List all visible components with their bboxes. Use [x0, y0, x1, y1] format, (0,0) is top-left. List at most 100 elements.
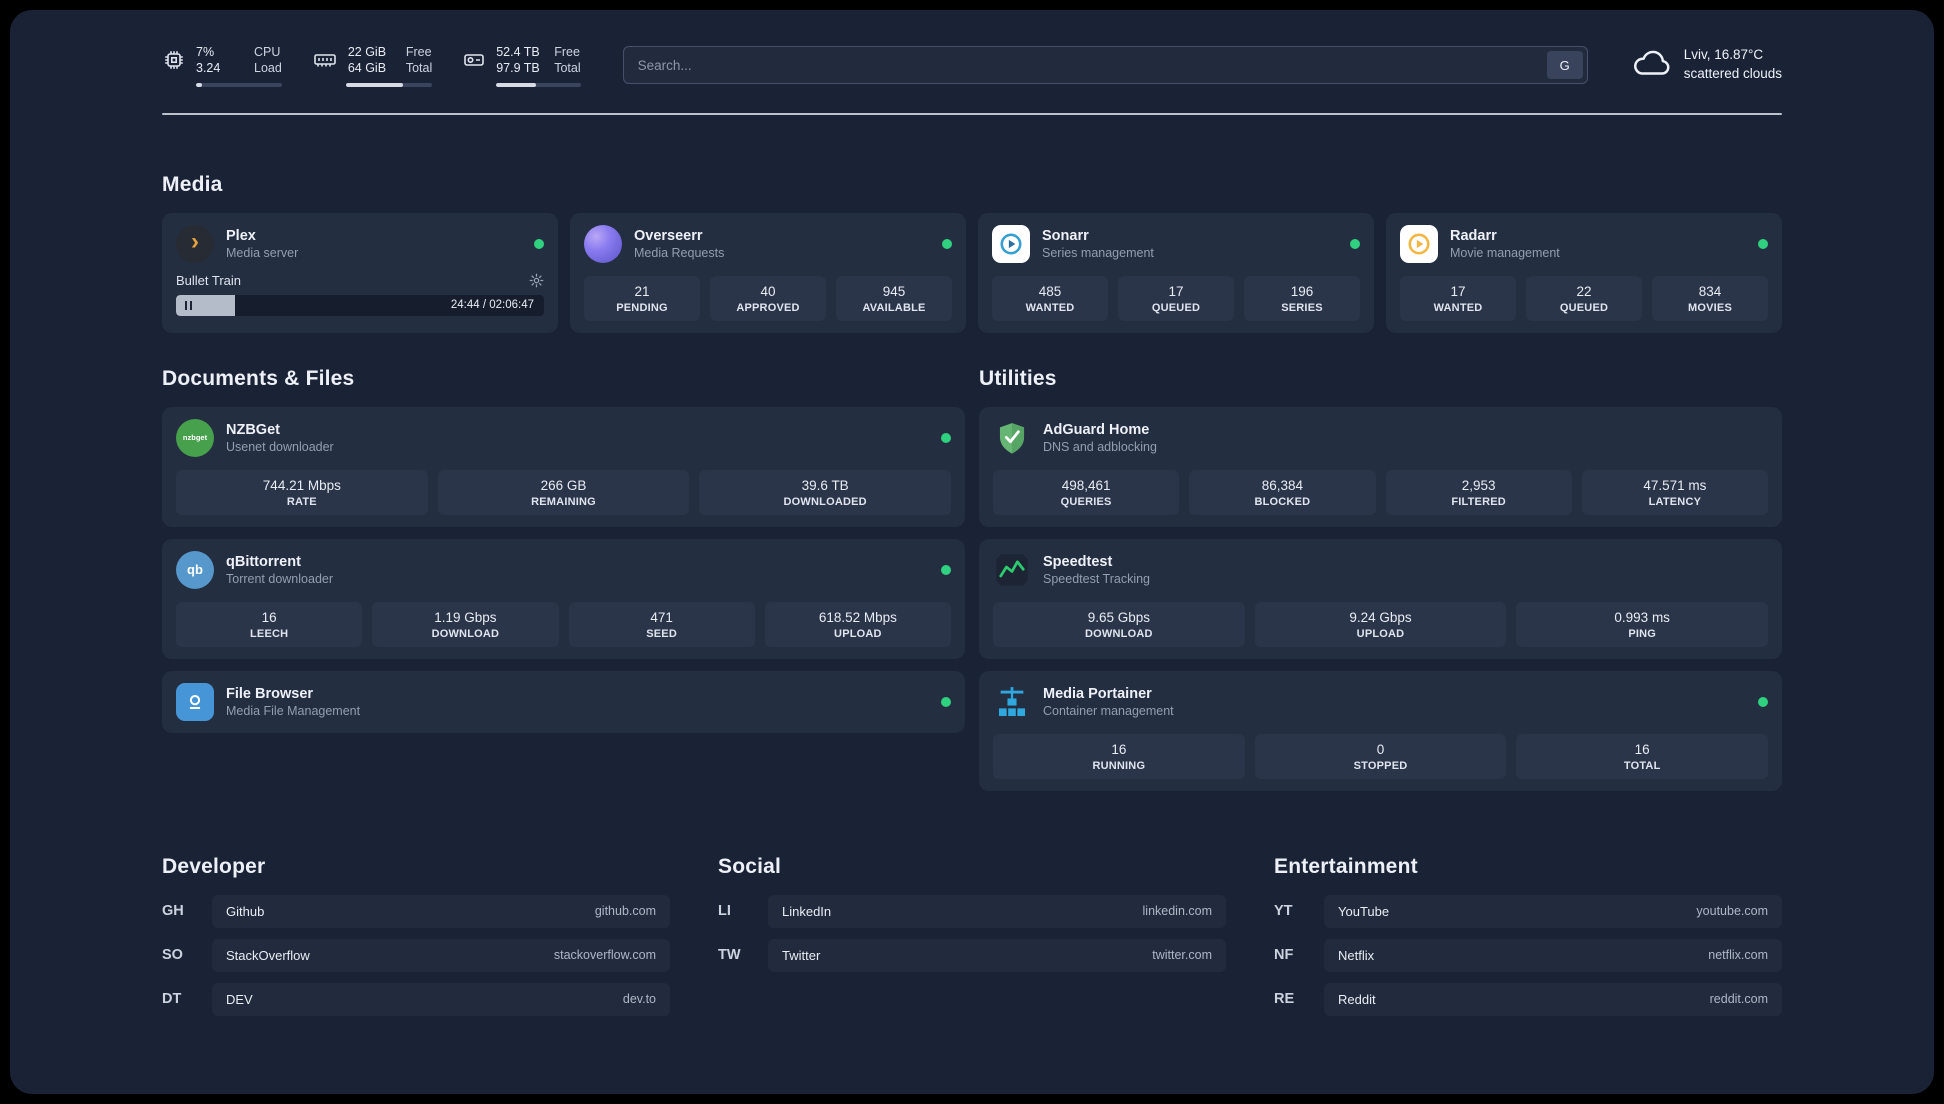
resource-widgets: 7% 3.24 CPU Load 22 GiB 64 GiB Free Tota… — [162, 44, 581, 87]
search-input[interactable] — [622, 46, 1588, 85]
bookmark-link-twitter[interactable]: Twitter twitter.com — [768, 938, 1226, 972]
plex-icon — [176, 224, 214, 263]
stat-value: 16 — [261, 609, 277, 625]
cpu-load-value: 3.24 — [196, 61, 221, 76]
bookmark-abbr: GH — [162, 903, 184, 919]
bookmark-name: YouTube — [1338, 903, 1390, 919]
sonarr-icon — [992, 224, 1030, 263]
stat-value: 9.65 Gbps — [1087, 609, 1150, 625]
bookmark-link-netflix[interactable]: Netflix netflix.com — [1324, 938, 1782, 972]
search-engine-button[interactable]: G — [1546, 51, 1583, 80]
pause-icon[interactable] — [185, 300, 192, 310]
stat-value: 21 — [634, 283, 650, 299]
stat-upload: 618.52 Mbps UPLOAD — [764, 601, 951, 647]
stat-label: RUNNING — [1092, 759, 1146, 772]
stat-value: 618.52 Mbps — [818, 609, 897, 625]
weather-widget[interactable]: Lviv, 16.87°C scattered clouds — [1630, 46, 1782, 84]
app-card-filebrowser[interactable]: File Browser Media File Management — [162, 670, 965, 733]
stat-series: 196 SERIES — [1244, 275, 1360, 321]
stat-value: 266 GB — [540, 477, 587, 493]
portainer-icon — [993, 683, 1031, 721]
playback-time: 24:44 / 02:06:47 — [450, 299, 534, 311]
stat-label: PING — [1628, 627, 1657, 640]
cpu-label-top: CPU — [254, 45, 281, 59]
stat-label: PENDING — [616, 301, 668, 314]
column-utilities: Utilities AdGuard Home DNS and adblockin… — [979, 367, 1782, 791]
stat-label: QUEUED — [1559, 301, 1609, 314]
stat-blocked: 86,384 BLOCKED — [1189, 469, 1376, 515]
search-bar: G — [622, 46, 1588, 85]
stat-download: 9.65 Gbps DOWNLOAD — [993, 601, 1245, 647]
filebrowser-icon — [176, 682, 214, 721]
app-card-speedtest[interactable]: Speedtest Speedtest Tracking 9.65 Gbps D… — [979, 538, 1782, 659]
app-name: Overseerr — [634, 227, 703, 244]
qbittorrent-icon — [176, 550, 214, 589]
app-subtitle: DNS and adblocking — [1043, 439, 1157, 454]
bookmark-link-stackoverflow[interactable]: StackOverflow stackoverflow.com — [212, 938, 670, 972]
stat-queued: 22 QUEUED — [1526, 275, 1642, 321]
stat-value: 471 — [650, 609, 673, 625]
app-card-adguard[interactable]: AdGuard Home DNS and adblocking 498,461 … — [979, 406, 1782, 527]
section-title-social: Social — [718, 854, 782, 878]
stat-label: STOPPED — [1353, 759, 1408, 772]
adguard-icon — [993, 419, 1031, 457]
bookmark-abbr: LI — [718, 903, 731, 919]
bookmark-group-developer: Developer GH Github github.com SO StackO… — [162, 855, 670, 1027]
app-card-radarr[interactable]: Radarr Movie management 17 WANTED 22 QUE… — [1386, 212, 1782, 333]
bookmark-row: YT YouTube youtube.com — [1274, 894, 1782, 928]
app-subtitle: Movie management — [1450, 245, 1560, 260]
stat-filtered: 2,953 FILTERED — [1385, 469, 1572, 515]
stat-label: DOWNLOAD — [431, 627, 500, 640]
disk-free-value: 52.4 TB — [496, 45, 540, 59]
bookmark-link-youtube[interactable]: YouTube youtube.com — [1324, 894, 1782, 928]
stat-latency: 47.571 ms LATENCY — [1581, 469, 1768, 515]
bookmark-abbr: TW — [718, 947, 741, 963]
stat-value: 16 — [1634, 741, 1650, 757]
screen-frame: 7% 3.24 CPU Load 22 GiB 64 GiB Free Tota… — [0, 0, 1944, 1104]
section-bookmarks: Developer GH Github github.com SO StackO… — [162, 855, 1782, 1027]
top-bar: 7% 3.24 CPU Load 22 GiB 64 GiB Free Tota… — [162, 10, 1782, 87]
bookmark-link-dev[interactable]: DEV dev.to — [212, 982, 670, 1016]
app-card-portainer[interactable]: Media Portainer Container management 16 … — [979, 670, 1782, 791]
bookmark-name: LinkedIn — [782, 903, 832, 919]
bookmark-url: reddit.com — [1709, 992, 1768, 1006]
bookmark-url: dev.to — [622, 992, 656, 1006]
bookmark-abbr: NF — [1274, 947, 1294, 963]
section-title-entertainment: Entertainment — [1274, 854, 1418, 878]
bookmark-url: stackoverflow.com — [553, 948, 656, 962]
cpu-icon — [162, 48, 186, 72]
ram-icon — [312, 48, 338, 72]
ram-free-value: 22 GiB — [347, 45, 387, 59]
app-card-overseerr[interactable]: Overseerr Media Requests 21 PENDING 40 A… — [570, 212, 966, 333]
app-subtitle: Torrent downloader — [226, 571, 334, 586]
bookmark-link-linkedin[interactable]: LinkedIn linkedin.com — [768, 894, 1226, 928]
bookmark-link-github[interactable]: Github github.com — [212, 894, 670, 928]
section-title-utilities: Utilities — [979, 366, 1057, 390]
stat-seed: 471 SEED — [568, 601, 755, 647]
ram-label-top: Free — [405, 45, 432, 59]
app-card-sonarr[interactable]: Sonarr Series management 485 WANTED 17 Q… — [978, 212, 1374, 333]
bookmark-link-reddit[interactable]: Reddit reddit.com — [1324, 982, 1782, 1016]
ram-total-value: 64 GiB — [347, 61, 387, 76]
stat-label: UPLOAD — [834, 627, 882, 640]
app-name: AdGuard Home — [1043, 421, 1150, 438]
stat-label: BLOCKED — [1254, 495, 1311, 508]
app-card-nzbget[interactable]: NZBGet Usenet downloader 744.21 Mbps RAT… — [162, 406, 965, 527]
stat-label: LATENCY — [1648, 495, 1702, 508]
stat-value: 945 — [882, 283, 906, 299]
app-subtitle: Usenet downloader — [226, 439, 334, 454]
app-name: qBittorrent — [226, 553, 301, 570]
stat-label: TOTAL — [1623, 759, 1661, 772]
stat-pending: 21 PENDING — [584, 275, 700, 321]
ram-widget: 22 GiB 64 GiB Free Total — [312, 44, 433, 87]
bookmark-name: StackOverflow — [226, 947, 310, 963]
bookmark-row: GH Github github.com — [162, 894, 670, 928]
stat-available: 945 AVAILABLE — [836, 275, 952, 321]
stat-running: 16 RUNNING — [993, 733, 1245, 779]
now-playing-title: Bullet Train — [176, 272, 242, 288]
app-subtitle: Container management — [1043, 703, 1174, 718]
gear-icon[interactable] — [529, 273, 544, 288]
app-card-plex[interactable]: Plex Media server Bullet Train — [162, 212, 558, 333]
playback-progress-bar[interactable]: 24:44 / 02:06:47 — [176, 294, 544, 316]
app-card-qbittorrent[interactable]: qBittorrent Torrent downloader 16 LEECH — [162, 538, 965, 659]
